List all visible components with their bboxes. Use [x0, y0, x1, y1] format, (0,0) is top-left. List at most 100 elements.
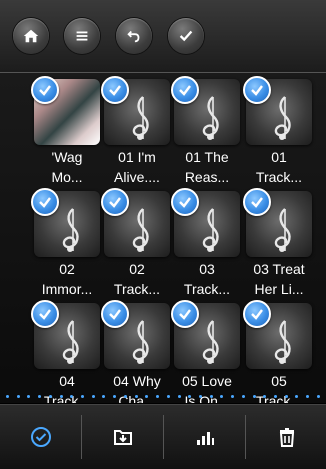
track-tile[interactable]: [243, 76, 312, 145]
page-dot: [38, 394, 42, 398]
track-label: 03 Track...: [183, 261, 231, 297]
music-note-icon: [132, 208, 149, 252]
home-icon: [23, 29, 39, 43]
checkmark-icon: [109, 85, 121, 96]
select-all-button[interactable]: [0, 405, 81, 469]
music-note-icon: [274, 320, 291, 364]
page-dot: [295, 394, 299, 398]
page-indicator: [0, 390, 326, 402]
page-dot: [241, 394, 245, 398]
page-dot: [198, 394, 202, 398]
equalizer-button[interactable]: [164, 405, 245, 469]
music-note-icon: [202, 320, 219, 364]
checkmark-icon: [179, 197, 191, 208]
page-dot: [306, 394, 310, 398]
track-tile[interactable]: [101, 188, 170, 257]
page-dot: [81, 394, 85, 398]
page-dot: [123, 394, 127, 398]
selected-check-badge[interactable]: [171, 188, 199, 216]
page-dot: [177, 394, 181, 398]
page-dot: [252, 394, 256, 398]
track-tile[interactable]: [31, 188, 100, 257]
music-note-icon: [62, 320, 79, 364]
page-dot: [48, 394, 52, 398]
track-tile[interactable]: [243, 300, 312, 369]
checkmark-icon: [109, 309, 121, 320]
page-dot: [27, 394, 31, 398]
track-tile[interactable]: [243, 188, 312, 257]
page-dot: [231, 394, 235, 398]
track-tile[interactable]: [31, 300, 100, 369]
top-toolbar: [0, 0, 326, 73]
page-dot: [156, 394, 160, 398]
undo-button[interactable]: [116, 18, 152, 54]
check-icon: [179, 30, 193, 42]
page-dot: [91, 394, 95, 398]
track-label: 01 I'm Alive....: [114, 149, 160, 185]
selected-check-badge[interactable]: [101, 76, 129, 104]
selected-check-badge[interactable]: [31, 76, 59, 104]
track-tile[interactable]: [31, 76, 100, 145]
track-tile[interactable]: [171, 76, 240, 145]
track-tile[interactable]: [101, 300, 170, 369]
page-dot: [209, 394, 213, 398]
selected-check-badge[interactable]: [243, 188, 271, 216]
page-dot: [6, 394, 9, 398]
checkmark-icon: [251, 309, 263, 320]
checkmark-icon: [179, 85, 191, 96]
selected-check-badge[interactable]: [101, 300, 129, 328]
music-note-icon: [274, 96, 291, 140]
delete-button[interactable]: [246, 405, 326, 469]
page-dot: [263, 394, 267, 398]
page-dot: [166, 394, 170, 398]
checkmark-icon: [39, 309, 51, 320]
select-all-icon: [30, 427, 51, 447]
trash-icon: [279, 428, 294, 447]
track-tile[interactable]: [101, 76, 170, 145]
selected-check-badge[interactable]: [171, 76, 199, 104]
music-note-icon: [274, 208, 291, 252]
checkmark-icon: [251, 197, 263, 208]
page-dot: [102, 394, 106, 398]
menu-button[interactable]: [64, 18, 100, 54]
checkmark-icon: [109, 197, 121, 208]
move-to-folder-icon: [113, 430, 132, 445]
selected-check-badge[interactable]: [243, 300, 271, 328]
music-note-icon: [132, 320, 149, 364]
selected-check-badge[interactable]: [31, 300, 59, 328]
page-dot: [316, 394, 320, 398]
selected-check-badge[interactable]: [171, 300, 199, 328]
track-tile[interactable]: [171, 188, 240, 257]
selected-check-badge[interactable]: [101, 188, 129, 216]
page-dot: [70, 394, 74, 398]
music-note-icon: [202, 208, 219, 252]
checkmark-icon: [251, 85, 263, 96]
confirm-button[interactable]: [168, 18, 204, 54]
track-label: 01 The Reas...: [184, 149, 230, 185]
page-dot: [16, 394, 20, 398]
track-label: 03 Treat Her Li...: [253, 261, 305, 297]
page-dot: [59, 394, 63, 398]
selected-check-badge[interactable]: [243, 76, 271, 104]
track-label: 'Wag Mo...: [51, 149, 83, 185]
page-dot: [273, 394, 277, 398]
undo-icon: [127, 30, 140, 43]
track-label: 02 Track...: [113, 261, 161, 297]
home-button[interactable]: [13, 18, 49, 54]
music-note-icon: [62, 208, 79, 252]
page-dot: [134, 394, 138, 398]
track-grid: 'Wag Mo... 01 I'm Alive.... 01 The Reas...…: [0, 73, 326, 403]
equalizer-icon: [196, 432, 214, 445]
page-dot: [188, 394, 192, 398]
page-dot: [220, 394, 224, 398]
checkmark-icon: [39, 197, 51, 208]
track-label: 02 Immor...: [41, 261, 93, 297]
move-to-folder-button[interactable]: [82, 405, 163, 469]
track-tile[interactable]: [171, 300, 240, 369]
checkmark-icon: [39, 85, 51, 96]
bottom-toolbar: [0, 404, 326, 469]
menu-icon: [76, 31, 88, 41]
music-note-icon: [132, 96, 149, 140]
track-label: 01 Track...: [255, 149, 303, 185]
selected-check-badge[interactable]: [31, 188, 59, 216]
